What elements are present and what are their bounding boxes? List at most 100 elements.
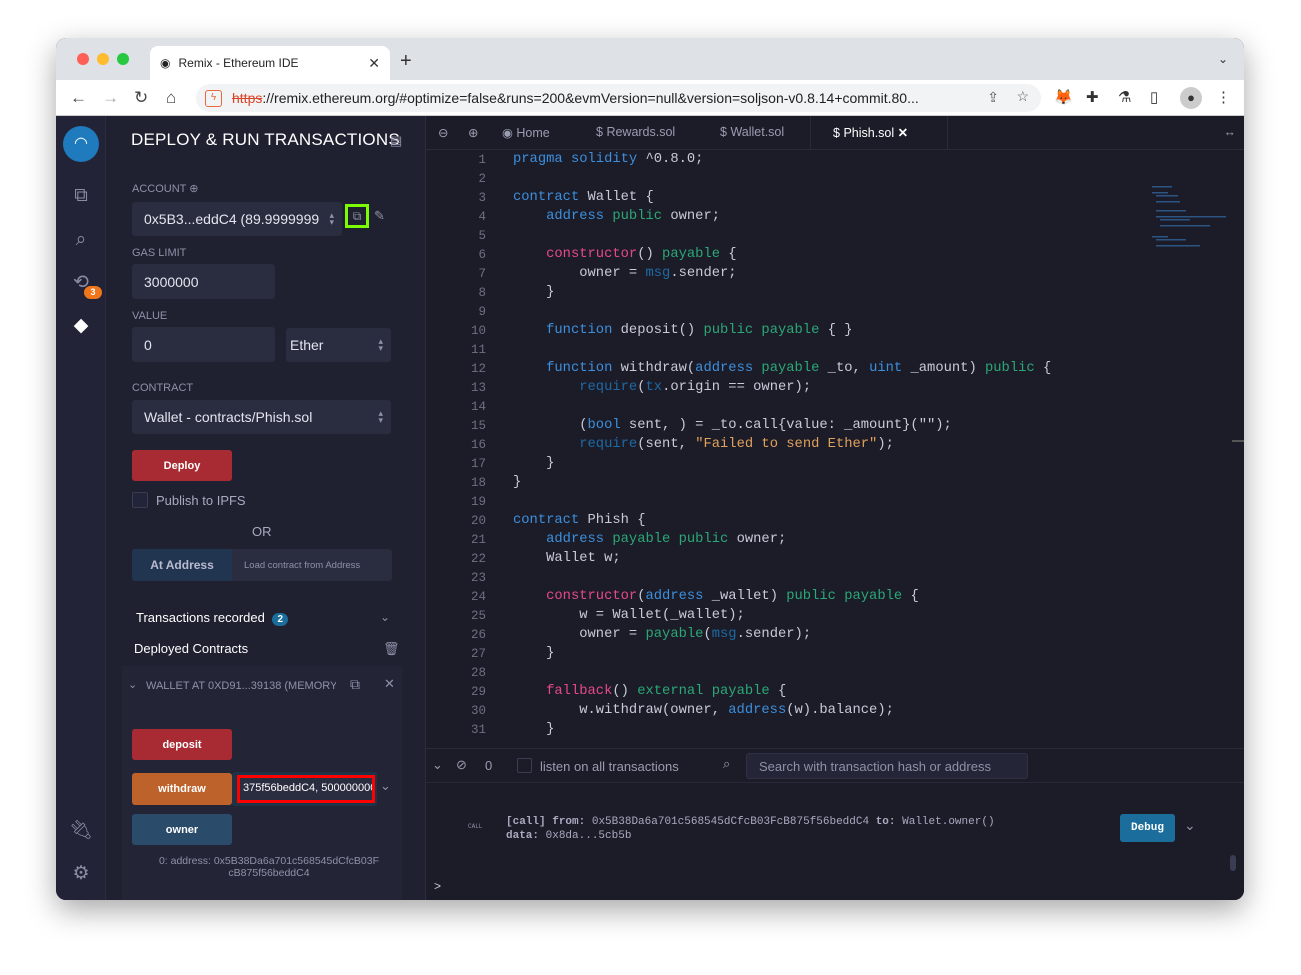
remove-instance-icon[interactable]: ✕: [384, 676, 395, 692]
withdraw-args-input[interactable]: 375f56beddC4, 500000000: [237, 775, 375, 803]
deployed-contracts-label: Deployed Contracts: [134, 641, 249, 656]
new-tab-button[interactable]: +: [400, 50, 412, 73]
search-icon[interactable]: ⌕: [69, 228, 93, 252]
expand-panel-icon[interactable]: ↔: [1224, 125, 1237, 139]
tab-rewards[interactable]: $ Rewards.sol: [596, 125, 675, 139]
contract-select[interactable]: Wallet - contracts/Phish.sol ▴ ▾: [132, 400, 391, 434]
browser-tab[interactable]: ◉ Remix - Ethereum IDE ✕: [150, 46, 390, 80]
terminal-scrollbar[interactable]: [1230, 855, 1236, 871]
documentation-book-icon[interactable]: ▤: [390, 133, 402, 149]
line-number: 15: [470, 419, 486, 433]
value-unit-select[interactable]: Ether ▴ ▾: [286, 328, 391, 362]
log-entry[interactable]: [call] from: 0x5B38Da6a701c568545dCfcB03…: [506, 815, 995, 843]
tab-wallet[interactable]: $ Wallet.sol: [720, 125, 784, 139]
line-number: 28: [470, 666, 486, 680]
zoom-out-icon[interactable]: ⊖: [438, 125, 448, 140]
edit-icon[interactable]: ✎: [374, 208, 385, 224]
code-token: }: [513, 285, 555, 300]
code-token: {: [720, 247, 737, 262]
editor-tabs: ⊖ ⊕ ◉ Home $ Rewards.sol $ Wallet.sol $ …: [426, 116, 1244, 150]
minimap[interactable]: [1150, 184, 1230, 250]
owner-button[interactable]: owner: [132, 814, 232, 845]
line-number: 22: [470, 552, 486, 566]
tab-search-chevron-icon[interactable]: ⌄: [1218, 52, 1228, 66]
maximize-window-button[interactable]: [117, 53, 129, 65]
solidity-file-icon: $: [596, 125, 603, 139]
collapse-chevron-icon[interactable]: ⌄: [128, 678, 137, 691]
listen-checkbox[interactable]: [517, 758, 532, 773]
code-line: address public owner;: [513, 209, 720, 224]
line-number: 10: [470, 324, 486, 338]
settings-gear-icon[interactable]: ⚙: [69, 862, 93, 886]
code-token: deposit(): [612, 323, 704, 338]
contract-instance: ⌄ WALLET AT 0XD91...39138 (MEMORY) ⧉ ✕ d…: [122, 666, 402, 900]
forward-icon[interactable]: →: [102, 88, 119, 108]
deploy-button[interactable]: Deploy: [132, 450, 232, 481]
extensions-puzzle-icon[interactable]: ✚: [1086, 88, 1099, 106]
reload-icon[interactable]: ↻: [134, 88, 148, 108]
plugin-manager-icon[interactable]: 🔌︎: [69, 819, 93, 843]
back-icon[interactable]: ←: [70, 88, 87, 108]
terminal-prompt[interactable]: >: [434, 879, 441, 893]
expand-log-chevron-icon[interactable]: ⌄: [1184, 817, 1196, 834]
close-tab-icon[interactable]: ✕: [898, 126, 908, 140]
flask-icon[interactable]: ⚗: [1118, 88, 1131, 106]
publish-ipfs-checkbox[interactable]: [132, 492, 148, 508]
code-line: function deposit() public payable { }: [513, 323, 852, 338]
instance-title[interactable]: WALLET AT 0XD91...39138 (MEMORY): [146, 680, 336, 692]
clear-console-icon[interactable]: ⊘: [456, 757, 467, 773]
account-select[interactable]: 0x5B3...eddC4 (89.9999999 ▴ ▾: [132, 202, 342, 236]
code-token: function: [546, 361, 613, 376]
code-token: bool: [587, 418, 621, 433]
menu-kebab-icon[interactable]: ⋮: [1216, 88, 1231, 106]
minimize-window-button[interactable]: [97, 53, 109, 65]
profile-avatar-icon[interactable]: ●: [1180, 87, 1202, 109]
close-window-button[interactable]: [77, 53, 89, 65]
gas-limit-label: GAS LIMIT: [132, 247, 187, 259]
transactions-recorded-label[interactable]: Transactions recorded 2: [136, 610, 289, 626]
code-token: address: [695, 361, 754, 376]
at-address-button[interactable]: At Address: [132, 549, 232, 581]
transactions-count-badge: 2: [272, 613, 289, 626]
close-tab-icon[interactable]: ✕: [368, 55, 380, 72]
line-number: 2: [478, 172, 486, 186]
trash-icon[interactable]: 🗑︎: [383, 641, 400, 657]
home-icon[interactable]: ⌂: [166, 88, 176, 108]
value-input[interactable]: 0: [132, 327, 275, 362]
code-token: Phish {: [579, 513, 646, 528]
copy-address-icon[interactable]: ⧉: [350, 676, 360, 693]
code-line: w.withdraw(owner, address(w).balance);: [513, 703, 894, 718]
gas-limit-input[interactable]: 3000000: [132, 264, 275, 299]
code-line: Wallet w;: [513, 551, 621, 566]
line-number: 7: [478, 267, 486, 281]
bookmark-star-icon[interactable]: ☆: [1016, 88, 1029, 105]
zoom-in-icon[interactable]: ⊕: [468, 125, 478, 140]
expand-args-chevron-icon[interactable]: ⌄: [380, 778, 391, 794]
tab-phish[interactable]: $ Phish.sol ✕: [833, 125, 908, 140]
side-panel-icon[interactable]: ▯: [1150, 88, 1158, 106]
debug-button[interactable]: Debug: [1120, 814, 1175, 842]
at-address-input[interactable]: Load contract from Address: [232, 549, 392, 581]
withdraw-button[interactable]: withdraw: [132, 773, 232, 805]
remix-logo-icon[interactable]: ◠: [63, 126, 99, 162]
share-icon[interactable]: ⇪: [987, 89, 999, 106]
metamask-icon[interactable]: 🦊: [1054, 88, 1073, 106]
code-editor[interactable]: 1 pragma solidity ^0.8.0; 2 3 contract Walle…: [426, 150, 1244, 740]
remix-favicon-icon: ◉: [160, 56, 171, 70]
file-explorer-icon[interactable]: ⧉: [69, 184, 93, 208]
code-line: contract Phish {: [513, 513, 646, 528]
terminal-search-input[interactable]: Search with transaction hash or address: [746, 753, 1028, 779]
deploy-run-icon[interactable]: ◆: [69, 314, 93, 338]
add-account-icon[interactable]: ⊕: [189, 183, 198, 195]
chevron-down-icon[interactable]: ⌄: [380, 610, 390, 624]
deposit-button[interactable]: deposit: [132, 729, 232, 760]
tab-home[interactable]: ◉ Home: [502, 125, 550, 140]
copy-account-button[interactable]: ⧉: [345, 204, 369, 228]
terminal-toolbar: ⌄ ⊘ 0 listen on all transactions ⌕ Searc…: [426, 748, 1244, 782]
code-token: (: [637, 380, 646, 395]
code-line: }: [513, 722, 554, 737]
collapse-terminal-icon[interactable]: ⌄: [432, 757, 443, 773]
url-input[interactable]: ϟ https://remix.ethereum.org/#optimize=f…: [196, 84, 1041, 112]
code-token: address: [728, 703, 787, 718]
